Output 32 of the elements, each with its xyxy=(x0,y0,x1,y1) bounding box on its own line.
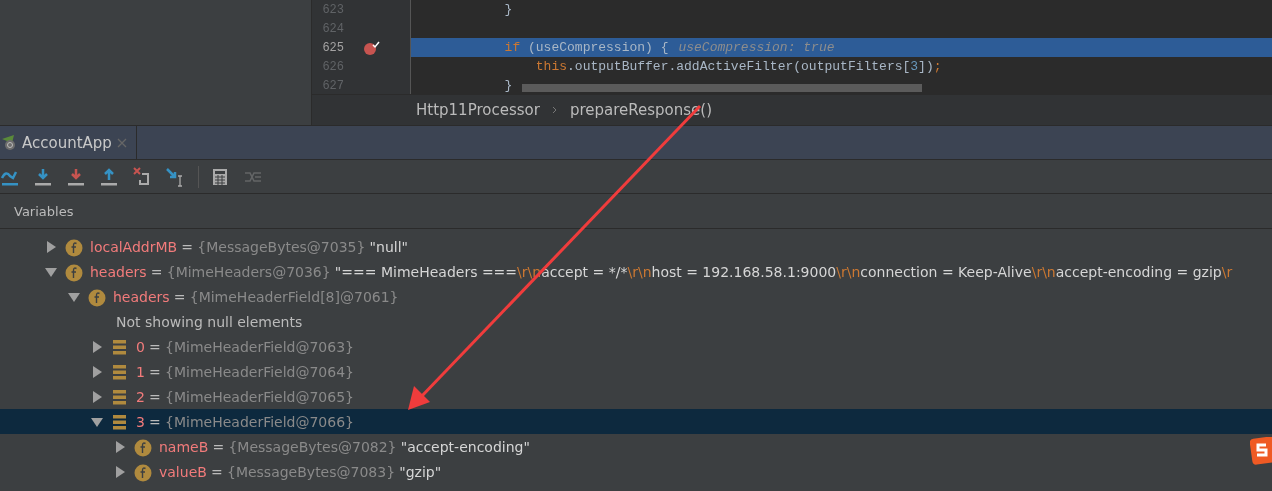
expander-icon[interactable] xyxy=(113,465,127,478)
panel-title: Variables xyxy=(14,203,74,219)
variable-entry: valueB = {MessageBytes@7083} "gzip" xyxy=(159,463,442,480)
debug-tab[interactable]: AccountApp xyxy=(0,126,137,159)
chevron-icon xyxy=(551,106,558,114)
line-number: 625 xyxy=(321,40,344,55)
expander-icon[interactable] xyxy=(44,240,58,253)
expander-icon[interactable] xyxy=(67,290,81,303)
expander-icon[interactable] xyxy=(113,440,127,453)
code-text: if (useCompression) { xyxy=(503,40,669,55)
expander-icon[interactable] xyxy=(90,415,104,428)
breadcrumb-item[interactable]: Http11Processor xyxy=(416,101,540,119)
expander-icon[interactable] xyxy=(90,340,104,353)
breakpoint-icon[interactable] xyxy=(363,39,381,56)
expander-icon[interactable] xyxy=(90,365,104,378)
variable-entry: 3 = {MimeHeaderField@7066} xyxy=(136,413,354,430)
variable-entry: 2 = {MimeHeaderField@7065} xyxy=(136,388,354,405)
scrollbar-thumb[interactable] xyxy=(522,84,922,92)
variable-entry: 1 = {MimeHeaderField@7064} xyxy=(136,363,354,380)
spring-app-icon xyxy=(2,134,18,151)
inline-value-hint: useCompression: true xyxy=(678,40,835,55)
note-text: Not showing null elements xyxy=(115,313,303,330)
code-text: } xyxy=(503,78,513,93)
variable-entry: 0 = {MimeHeaderField@7063} xyxy=(136,338,354,355)
variable-entry: headers = {MimeHeaderField[8]@7061} xyxy=(113,288,399,305)
expander-icon[interactable] xyxy=(44,265,58,278)
variable-entry: nameB = {MessageBytes@7082} "accept-encoding" xyxy=(159,438,530,455)
expander-icon[interactable] xyxy=(90,390,104,403)
variable-entry: localAddrMB = {MessageBytes@7035} "null" xyxy=(90,238,408,255)
code-text: } xyxy=(503,2,513,17)
ime-badge-icon[interactable] xyxy=(1250,437,1272,465)
code-text: this.outputBuffer.addActiveFilter(outputFilters[3]); xyxy=(534,59,942,74)
